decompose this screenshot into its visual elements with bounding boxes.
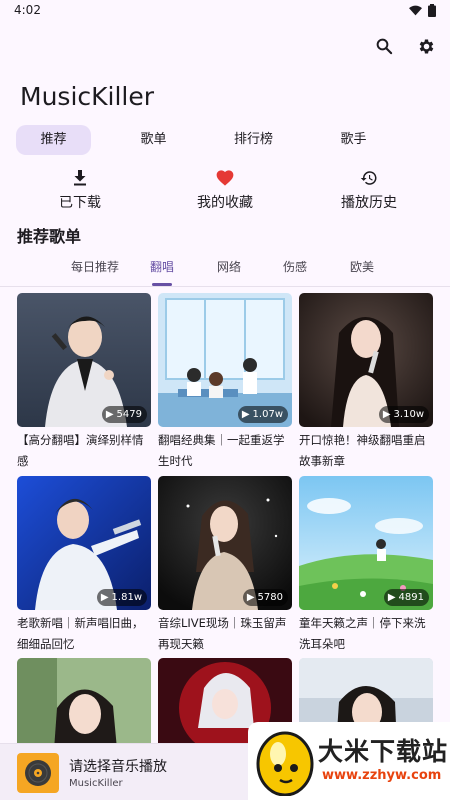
play-icon: ▶	[241, 409, 250, 420]
battery-icon	[428, 4, 436, 17]
download-icon	[73, 168, 87, 188]
player-subtitle: MusicKiller	[69, 778, 123, 789]
section-title: 推荐歌单	[17, 227, 82, 246]
playlist-card[interactable]: ▶ 1.07w 翻唱经典集｜一起重返学生时代	[158, 293, 292, 472]
history-label: 播放历史	[341, 195, 397, 211]
playlist-card[interactable]: ▶ 4891 童年天籁之声｜停下来洗洗耳朵吧	[299, 476, 433, 655]
playlist-card[interactable]: ▶ 3.10w 开口惊艳！神级翻唱重启故事新章	[299, 293, 433, 472]
playlist-title: 音综LIVE现场｜珠玉留声再现天籁	[158, 616, 287, 651]
subtab-daily[interactable]: 每日推荐	[71, 258, 119, 275]
playlist-cover: ▶ 1.07w	[158, 293, 292, 427]
favorites-label: 我的收藏	[197, 195, 253, 211]
favorites-button[interactable]: 我的收藏	[180, 168, 270, 212]
play-icon: ▶	[100, 592, 109, 603]
subtab-cover[interactable]: 翻唱	[150, 258, 174, 275]
play-count: ▶ 5780	[242, 589, 288, 606]
play-count-value: 5479	[116, 409, 142, 420]
watermark-logo	[256, 731, 314, 796]
playlist-title: 童年天籁之声｜停下来洗洗耳朵吧	[299, 616, 426, 651]
playlist-title: 开口惊艳！神级翻唱重启故事新章	[299, 433, 426, 468]
downloaded-button[interactable]: 已下载	[35, 168, 125, 212]
playlist-title: 【高分翻唱】演绎别样情感	[17, 433, 144, 468]
playlist-cover: ▶ 3.10w	[299, 293, 433, 427]
gear-icon[interactable]	[414, 34, 438, 58]
subtab-sad[interactable]: 伤感	[283, 258, 307, 275]
play-icon: ▶	[387, 592, 396, 603]
play-count-value: 3.10w	[393, 409, 424, 420]
tab-artists[interactable]: 歌手	[316, 125, 391, 155]
playlist-card[interactable]: ▶ 5780 音综LIVE现场｜珠玉留声再现天籁	[158, 476, 292, 655]
playlist-title: 老歌新唱｜新声唱旧曲，细细品回忆	[17, 616, 144, 651]
player-title: 请选择音乐播放	[69, 759, 167, 775]
play-icon: ▶	[382, 409, 391, 420]
status-time: 4:02	[14, 3, 41, 17]
main-tabs: 推荐 歌单 排行榜 歌手	[16, 125, 416, 155]
watermark-name: 大米下载站	[318, 737, 449, 766]
tab-recommend[interactable]: 推荐	[16, 125, 91, 155]
play-count-value: 5780	[257, 592, 283, 603]
player-artwork	[17, 753, 59, 793]
subtab-divider	[0, 286, 450, 287]
playlist-cover: ▶ 4891	[299, 476, 433, 610]
quick-actions: 已下载 我的收藏 播放历史	[0, 168, 450, 212]
play-count: ▶ 1.07w	[237, 406, 288, 423]
play-count-value: 1.81w	[111, 592, 142, 603]
subtab-western[interactable]: 欧美	[350, 258, 374, 275]
search-icon[interactable]	[372, 34, 396, 58]
wifi-icon	[409, 5, 422, 16]
subtabs: 每日推荐 翻唱 网络 伤感 欧美	[0, 255, 450, 287]
play-count: ▶ 3.10w	[378, 406, 429, 423]
play-count: ▶ 1.81w	[96, 589, 147, 606]
history-icon	[360, 168, 378, 188]
playlist-cover: ▶ 5479	[17, 293, 151, 427]
history-button[interactable]: 播放历史	[324, 168, 414, 212]
downloaded-label: 已下载	[59, 195, 101, 211]
status-icons	[409, 4, 436, 17]
app-title: MusicKiller	[20, 82, 155, 111]
playlist-card[interactable]: ▶ 5479 【高分翻唱】演绎别样情感	[17, 293, 151, 472]
tab-charts[interactable]: 排行榜	[216, 125, 291, 155]
playlist-card[interactable]: ▶ 1.81w 老歌新唱｜新声唱旧曲，细细品回忆	[17, 476, 151, 655]
watermark: 大米下载站 www.zzhyw.com	[248, 722, 450, 800]
watermark-url: www.zzhyw.com	[322, 768, 442, 783]
vinyl-icon	[25, 760, 51, 786]
playlist-cover: ▶ 1.81w	[17, 476, 151, 610]
play-icon: ▶	[105, 409, 114, 420]
playlist-title: 翻唱经典集｜一起重返学生时代	[158, 433, 285, 468]
play-count: ▶ 5479	[101, 406, 147, 423]
status-bar: 4:02	[0, 0, 450, 24]
play-count-value: 1.07w	[252, 409, 283, 420]
play-icon: ▶	[246, 592, 255, 603]
playlist-cover: ▶ 5780	[158, 476, 292, 610]
play-count-value: 4891	[398, 592, 424, 603]
top-actions	[372, 34, 438, 58]
tab-playlists[interactable]: 歌单	[116, 125, 191, 155]
subtab-internet[interactable]: 网络	[217, 258, 241, 275]
heart-icon	[216, 168, 234, 188]
play-count: ▶ 4891	[383, 589, 429, 606]
